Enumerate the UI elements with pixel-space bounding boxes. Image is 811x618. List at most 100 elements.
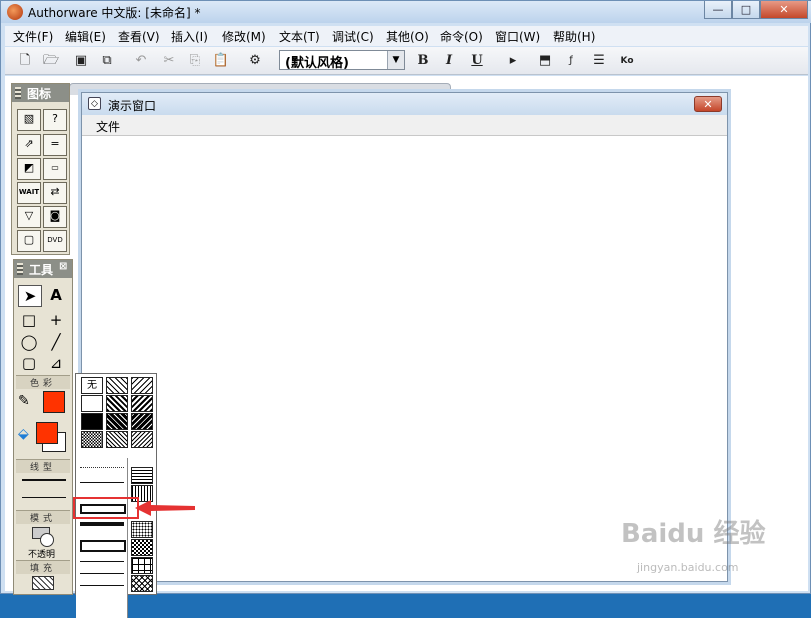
pattern-diag-fine-rev[interactable] — [131, 431, 153, 448]
line-style-1px[interactable] — [80, 482, 124, 483]
menu-debug[interactable]: 调试(C) — [332, 28, 374, 45]
menu-command[interactable]: 命令(O) — [440, 28, 483, 45]
decision-icon[interactable]: ▽ — [17, 206, 41, 228]
map-icon[interactable]: ▭ — [43, 158, 67, 180]
polygon-tool-icon[interactable]: ⊿ — [45, 353, 67, 373]
menu-window[interactable]: 窗口(W) — [495, 28, 540, 45]
line-style-arrow-left[interactable] — [80, 573, 124, 574]
new-file-icon[interactable]: 🗋 — [15, 51, 35, 71]
italic-button[interactable]: I — [439, 51, 459, 71]
rounded-rectangle-tool-icon[interactable]: ▢ — [18, 353, 40, 373]
diagonal-line-tool-icon[interactable]: ╱ — [45, 332, 67, 352]
pattern-diag-heavy[interactable] — [106, 413, 128, 430]
line-style-dotted[interactable] — [80, 467, 124, 468]
menu-modify[interactable]: 修改(M) — [222, 28, 266, 45]
menu-other[interactable]: 其他(O) — [386, 28, 429, 45]
presentation-menu-bar: 文件 — [82, 115, 727, 135]
dvd-icon[interactable]: DVD — [43, 230, 67, 252]
interaction-icon[interactable]: ? — [43, 109, 67, 131]
fill-pattern-preview[interactable] — [32, 576, 54, 590]
presentation-window-icon: ◇ — [88, 97, 101, 110]
tool-palette-header[interactable]: 工具 ⊠ — [14, 260, 72, 278]
pattern-checker-large[interactable] — [131, 539, 153, 556]
straight-line-tool-icon[interactable]: + — [45, 310, 67, 330]
framework-icon[interactable]: ▢ — [17, 230, 41, 252]
erase-icon[interactable]: ◩ — [17, 158, 41, 180]
menu-insert[interactable]: 插入(I) — [171, 28, 208, 45]
highlight-box — [73, 497, 139, 519]
pattern-dots[interactable] — [131, 521, 153, 538]
line-style-arrow-right[interactable] — [80, 561, 124, 562]
save-all-icon[interactable]: ▣ — [71, 51, 91, 71]
find-icon[interactable]: ⚙ — [245, 51, 265, 71]
presentation-close-button[interactable]: ✕ — [694, 96, 722, 112]
display-icon[interactable]: ▧ — [17, 109, 41, 131]
line-section-label: 线型 — [16, 459, 70, 473]
calculation-icon[interactable]: = — [43, 134, 67, 156]
tool-palette-title: 工具 — [29, 263, 54, 277]
pattern-diag-fine[interactable] — [106, 431, 128, 448]
digital-movie-icon[interactable]: ◙ — [43, 206, 67, 228]
window-title: Authorware 中文版: [未命名] * — [28, 6, 201, 20]
bold-button[interactable]: B — [413, 51, 433, 71]
pattern-diag-medium-rev[interactable] — [131, 395, 153, 412]
minimize-button[interactable]: — — [704, 1, 732, 19]
rectangle-tool-icon[interactable]: □ — [18, 310, 40, 330]
menu-edit[interactable]: 编辑(E) — [65, 28, 106, 45]
motion-icon[interactable]: ⇗ — [17, 134, 41, 156]
pointer-tool-icon[interactable]: ➤ — [18, 285, 42, 307]
menu-help[interactable]: 帮助(H) — [553, 28, 595, 45]
pattern-diag-medium[interactable] — [106, 395, 128, 412]
presentation-title-bar[interactable]: ◇ 演示窗口 ✕ — [82, 93, 727, 115]
menu-file[interactable]: 文件(F) — [13, 28, 53, 45]
text-style-select[interactable]: (默认风格) ▼ — [279, 50, 405, 71]
line-style-arrow-both[interactable] — [80, 585, 124, 586]
copy-icon[interactable]: ⎘ — [185, 51, 205, 71]
fill-color-swatch[interactable] — [36, 422, 58, 444]
underline-button[interactable]: U — [467, 51, 487, 71]
undo-icon[interactable]: ↶ — [131, 51, 151, 71]
pattern-grid[interactable] — [131, 557, 153, 574]
maximize-button[interactable]: □ — [732, 1, 760, 19]
run-icon[interactable]: ▸ — [503, 51, 523, 71]
cut-icon[interactable]: ✂ — [159, 51, 179, 71]
icon-palette-header[interactable]: 图标 — [12, 84, 69, 102]
pattern-none[interactable]: 无 — [81, 377, 103, 394]
pattern-checker[interactable] — [81, 431, 103, 448]
watermark-url: jingyan.baidu.com — [637, 561, 739, 574]
line-style-4px[interactable] — [80, 522, 124, 526]
mode-value: 不透明 — [28, 550, 56, 560]
close-button[interactable]: ✕ — [760, 1, 808, 19]
menu-text[interactable]: 文本(T) — [279, 28, 320, 45]
pattern-white[interactable] — [81, 395, 103, 412]
functions-icon[interactable]: ƒ — [561, 51, 581, 71]
tool-palette: 工具 ⊠ ➤ A □ + ◯ ╱ ▢ ⊿ 色彩 ✎ ⬙ 线型 模式 不透明 填充 — [13, 259, 73, 595]
line-style-thin[interactable] — [22, 497, 66, 498]
paste-icon[interactable]: 📋 — [211, 51, 231, 71]
ellipse-tool-icon[interactable]: ◯ — [18, 332, 40, 352]
pattern-diag-heavy-rev[interactable] — [131, 413, 153, 430]
control-panel-icon[interactable]: ⬒ — [535, 51, 555, 71]
chevron-down-icon[interactable]: ▼ — [387, 51, 404, 69]
line-style-box[interactable] — [80, 540, 126, 552]
fill-section-label: 填充 — [16, 560, 70, 574]
line-style-thick[interactable] — [22, 479, 66, 481]
menu-view[interactable]: 查看(V) — [118, 28, 160, 45]
icon-palette: 图标 ▧ ? ⇗ = ◩ ▭ WAIT ⇄ ▽ ◙ ▢ DVD — [11, 83, 70, 255]
presentation-menu-file[interactable]: 文件 — [96, 118, 120, 135]
pattern-diag-light[interactable] — [106, 377, 128, 394]
color-section-label: 色彩 — [16, 375, 70, 389]
stroke-color-swatch[interactable] — [43, 391, 65, 413]
open-file-icon[interactable]: 🗁 — [41, 51, 61, 71]
wait-icon[interactable]: WAIT — [17, 182, 41, 204]
pattern-diag-light-rev[interactable] — [131, 377, 153, 394]
variables-icon[interactable]: ☰ — [589, 51, 609, 71]
text-tool-icon[interactable]: A — [45, 285, 67, 305]
pattern-black[interactable] — [81, 413, 103, 430]
navigate-icon[interactable]: ⇄ — [43, 182, 67, 204]
import-icon[interactable]: ⧉ — [97, 51, 117, 71]
pattern-horizontal[interactable] — [131, 467, 153, 484]
knowledge-objects-icon[interactable]: Ko — [617, 51, 637, 71]
close-icon[interactable]: ⊠ — [59, 261, 67, 272]
pattern-crosshatch[interactable] — [131, 575, 153, 592]
